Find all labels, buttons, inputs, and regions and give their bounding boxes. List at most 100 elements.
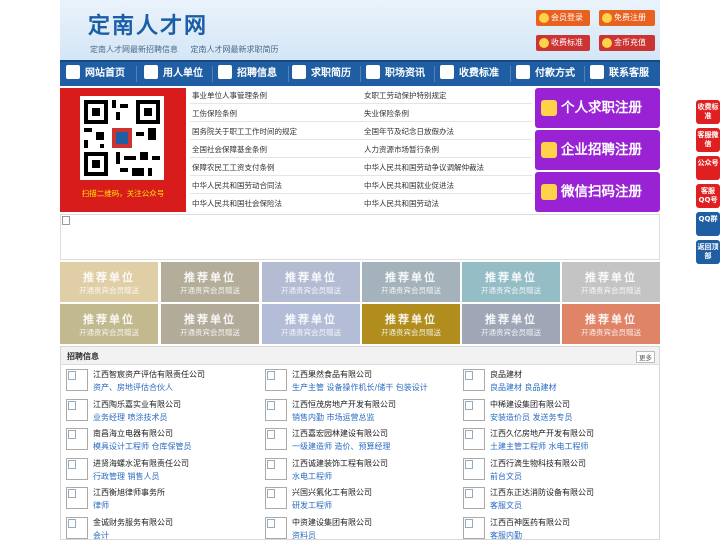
job-positions[interactable]: 资料员 <box>292 530 316 540</box>
law-link[interactable]: 中华人民共和国就业促进法 <box>364 180 454 191</box>
company-register-button[interactable]: 企业招聘注册 <box>535 130 660 170</box>
nav-payment[interactable]: 付款方式 <box>516 62 575 86</box>
recommend-tile[interactable]: 推荐单位 开通贵宾会员赠送 <box>462 262 560 302</box>
float-button[interactable]: QQ群 <box>696 212 720 236</box>
job-item[interactable]: 进贤海螺水泥有限责任公司 行政管理 销售人员 <box>66 457 256 486</box>
law-link[interactable]: 事业单位人事管理条例 <box>192 90 267 101</box>
job-item[interactable]: 良品建材 良品建材 良品建材 <box>463 369 653 397</box>
company-name[interactable]: 中资建设集团有限公司 <box>292 517 372 528</box>
job-item[interactable]: 南昌海立电器有限公司 模具设计工程师 仓库保管员 <box>66 428 256 456</box>
register-button[interactable]: 免费注册 <box>599 10 655 26</box>
recommend-tile[interactable]: 推荐单位 开通贵宾会员赠送 <box>161 304 259 344</box>
nav-employers[interactable]: 用人单位 <box>144 62 203 86</box>
company-name[interactable]: 良品建材 <box>490 369 522 380</box>
law-link[interactable]: 中华人民共和国社会保险法 <box>192 198 282 209</box>
job-positions[interactable]: 业务经理 喷涂技术员 <box>93 412 168 423</box>
company-name[interactable]: 江西嘉宏园林建设有限公司 <box>292 428 388 439</box>
job-item[interactable]: 江西陶乐嘉实业有限公司 业务经理 喷涂技术员 <box>66 398 256 427</box>
recommend-tile[interactable]: 推荐单位 开通贵宾会员赠送 <box>562 304 660 344</box>
law-link[interactable]: 全国年节及纪念日放假办法 <box>364 126 454 137</box>
company-logo-icon[interactable] <box>265 487 287 509</box>
nav-resumes[interactable]: 求职简历 <box>292 62 351 86</box>
job-positions[interactable]: 会计 <box>93 530 109 540</box>
float-button[interactable]: 客服微信 <box>696 128 720 152</box>
company-logo-icon[interactable] <box>463 457 485 480</box>
law-link[interactable]: 中华人民共和国劳动合同法 <box>192 180 282 191</box>
company-logo-icon[interactable] <box>463 516 485 539</box>
company-logo-icon[interactable] <box>66 457 88 480</box>
personal-register-button[interactable]: 个人求职注册 <box>535 88 660 128</box>
company-name[interactable]: 江西东正达消防设备有限公司 <box>490 487 594 498</box>
recommend-tile[interactable]: 推荐单位 开通贵宾会员赠送 <box>60 304 158 344</box>
company-logo-icon[interactable] <box>66 516 88 539</box>
company-logo-icon[interactable] <box>463 398 485 421</box>
job-item[interactable]: 江西果然食品有限公司 生产主管 设备操作机长/储干 包装设计 <box>265 369 455 397</box>
site-title[interactable]: 定南人才网 <box>88 8 208 40</box>
job-positions[interactable]: 土建主管工程师 水电工程师 <box>490 441 589 452</box>
job-item[interactable]: 江西嘉宏园林建设有限公司 一级建造师 造价、预算经理 <box>265 428 455 456</box>
company-name[interactable]: 江西百神医药有限公司 <box>490 517 570 528</box>
job-positions[interactable]: 行政管理 销售人员 <box>93 471 160 482</box>
company-logo-icon[interactable] <box>265 369 287 391</box>
job-positions[interactable]: 客服内勤 <box>490 530 522 540</box>
company-name[interactable]: 江西行滴生物科技有限公司 <box>490 458 586 469</box>
law-link[interactable]: 全国社会保障基金条例 <box>192 144 267 155</box>
job-item[interactable]: 中资建设集团有限公司 资料员 <box>265 516 455 540</box>
company-name[interactable]: 江西陶乐嘉实业有限公司 <box>93 399 181 410</box>
nav-contact[interactable]: 联系客服 <box>590 62 649 86</box>
company-name[interactable]: 江西久亿房地产开发有限公司 <box>490 428 594 439</box>
recommend-tile[interactable]: 推荐单位 开通贵宾会员赠送 <box>362 304 460 344</box>
company-name[interactable]: 金诚财务服务有限公司 <box>93 517 173 528</box>
job-item[interactable]: 江西行滴生物科技有限公司 前台文员 <box>463 457 653 486</box>
float-button[interactable]: 公众号 <box>696 156 720 180</box>
recommend-tile[interactable]: 推荐单位 开通贵宾会员赠送 <box>462 304 560 344</box>
company-logo-icon[interactable] <box>66 369 88 391</box>
job-item[interactable]: 江西久亿房地产开发有限公司 土建主管工程师 水电工程师 <box>463 428 653 456</box>
nav-news[interactable]: 职场资讯 <box>366 62 425 86</box>
wechat-register-button[interactable]: 微信扫码注册 <box>535 172 660 212</box>
law-link[interactable]: 失业保险条例 <box>364 108 409 119</box>
job-positions[interactable]: 安装造价员 发送务专员 <box>490 412 573 423</box>
job-positions[interactable]: 前台文员 <box>490 471 522 482</box>
float-button[interactable]: 收费标准 <box>696 100 720 124</box>
job-positions[interactable]: 资产、房地评估合伙人 <box>93 382 173 393</box>
nav-home[interactable]: 网站首页 <box>66 62 125 86</box>
company-name[interactable]: 江西衡旭律师事务所 <box>93 487 165 498</box>
job-positions[interactable]: 律师 <box>93 500 109 511</box>
recommend-tile[interactable]: 推荐单位 开通贵宾会员赠送 <box>161 262 259 302</box>
company-logo-icon[interactable] <box>265 428 287 450</box>
nav-jobs[interactable]: 招聘信息 <box>218 62 277 86</box>
company-logo-icon[interactable] <box>66 428 88 450</box>
job-item[interactable]: 江西衡旭律师事务所 律师 <box>66 487 256 515</box>
fee-button[interactable]: 收费标准 <box>536 35 590 51</box>
company-name[interactable]: 江西诚建装饰工程有限公司 <box>292 458 388 469</box>
job-item[interactable]: 中稀建设集团有限公司 安装造价员 发送务专员 <box>463 398 653 427</box>
company-name[interactable]: 中稀建设集团有限公司 <box>490 399 570 410</box>
recommend-tile[interactable]: 推荐单位 开通贵宾会员赠送 <box>262 304 360 344</box>
company-name[interactable]: 江西果然食品有限公司 <box>292 369 372 380</box>
recommend-tile[interactable]: 推荐单位 开通贵宾会员赠送 <box>262 262 360 302</box>
company-name[interactable]: 江西恒茂房地产开发有限公司 <box>292 399 396 410</box>
law-link[interactable]: 工伤保险条例 <box>192 108 237 119</box>
company-name[interactable]: 兴国兴氟化工有限公司 <box>292 487 372 498</box>
nav-fees[interactable]: 收费标准 <box>440 62 499 86</box>
law-link[interactable]: 人力资源市场暂行条例 <box>364 144 439 155</box>
company-logo-icon[interactable] <box>265 516 287 539</box>
company-logo-icon[interactable] <box>265 398 287 421</box>
recommend-tile[interactable]: 推荐单位 开通贵宾会员赠送 <box>60 262 158 302</box>
law-link[interactable]: 女职工劳动保护特别规定 <box>364 90 447 101</box>
job-item[interactable]: 江西百神医药有限公司 客服内勤 <box>463 516 653 540</box>
more-button[interactable]: 更多 <box>636 351 655 363</box>
float-button[interactable]: 返回顶部 <box>696 240 720 264</box>
company-logo-icon[interactable] <box>66 398 88 421</box>
job-positions[interactable]: 销售内勤 市场运营总监 <box>292 412 375 423</box>
job-positions[interactable]: 水电工程师 <box>292 471 332 482</box>
law-link[interactable]: 国务院关于职工工作时间的规定 <box>192 126 297 137</box>
job-item[interactable]: 江西诚建装饰工程有限公司 水电工程师 <box>265 457 455 486</box>
job-item[interactable]: 江西恒茂房地产开发有限公司 销售内勤 市场运营总监 <box>265 398 455 427</box>
company-name[interactable]: 江西智宸资产评估有限责任公司 <box>93 369 205 380</box>
law-link[interactable]: 中华人民共和国劳动争议调解仲裁法 <box>364 162 484 173</box>
tagline-jobs[interactable]: 定南人才网最新招聘信息 <box>90 45 178 54</box>
job-item[interactable]: 江西东正达消防设备有限公司 客服文员 <box>463 487 653 515</box>
job-positions[interactable]: 客服文员 <box>490 500 522 511</box>
